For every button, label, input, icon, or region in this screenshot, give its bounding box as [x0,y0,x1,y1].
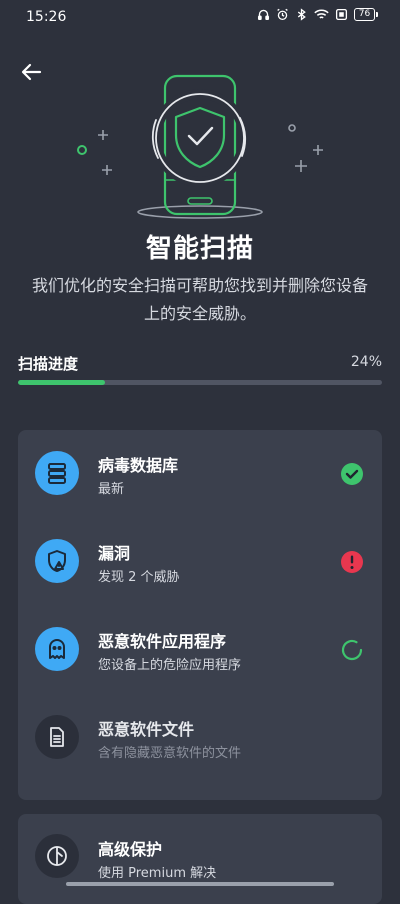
scan-items-card: 病毒数据库 最新 漏洞 发现 2 个威胁 恶意软件应用程序 您设备上的危险应用程… [18,430,382,800]
gesture-nav-handle[interactable] [66,882,334,886]
scan-item-title: 病毒数据库 [98,456,179,475]
arrow-left-icon [21,63,42,81]
battery-level: 76 [354,8,375,21]
page-title: 智能扫描 [145,234,254,264]
scan-item-malware-files[interactable]: 恶意软件文件 含有隐藏恶意软件的文件 [18,694,382,780]
scan-item-title: 漏洞 [98,544,131,563]
hero-illustration [70,70,330,230]
shield-warning-icon [35,539,79,583]
back-button[interactable] [18,58,46,86]
headphones-icon [257,9,270,21]
premium-subtitle: 使用 Premium 解决 [98,866,217,881]
status-time: 15:26 [26,9,67,25]
alert-circle-icon [341,551,363,573]
scan-item-subtitle: 最新 [98,482,125,497]
page-description: 我们优化的安全扫描可帮助您找到并删除您设备上的安全威胁。 [31,276,368,323]
scan-item-malware-apps[interactable]: 恶意软件应用程序 您设备上的危险应用程序 [18,606,382,692]
loading-spinner-icon [341,639,363,661]
phone-shield-check-illustration [77,74,323,219]
scan-item-virus-database[interactable]: 病毒数据库 最新 [18,430,382,516]
file-icon [35,715,79,759]
premium-title: 高级保护 [98,840,163,859]
scan-item-title: 恶意软件文件 [98,720,195,739]
status-icons: 76 [257,8,378,21]
ghost-icon [35,627,79,671]
database-icon [35,451,79,495]
status-bar: 15:26 76 [0,0,400,34]
scan-item-subtitle: 发现 2 个威胁 [98,570,180,585]
scan-item-subtitle: 您设备上的危险应用程序 [98,658,242,673]
screen-icon [335,8,348,21]
scan-item-vulnerabilities[interactable]: 漏洞 发现 2 个威胁 [18,518,382,604]
scan-item-subtitle: 含有隐藏恶意软件的文件 [98,746,242,761]
progress-fill [18,380,106,385]
premium-shield-icon [35,834,79,878]
check-circle-icon [341,463,363,485]
scan-item-title: 恶意软件应用程序 [98,632,227,651]
bluetooth-icon [297,8,306,21]
wifi-icon [314,9,329,19]
alarm-icon [277,8,288,21]
progress-label: 扫描进度 [18,355,79,373]
premium-protection-card[interactable]: 高级保护 使用 Premium 解决 [18,814,382,904]
progress-bar [18,380,382,385]
battery-icon: 76 [354,8,378,21]
progress-value: 24% [350,354,382,370]
